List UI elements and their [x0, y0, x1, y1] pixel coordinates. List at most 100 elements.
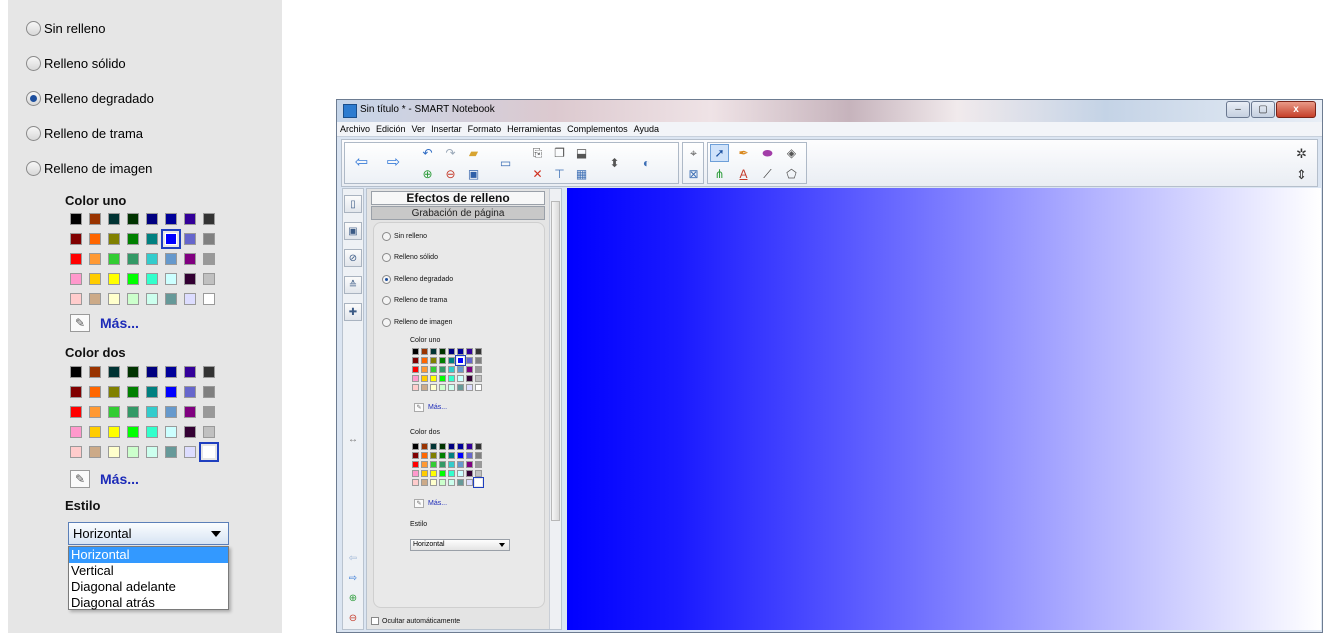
move-toolbar-icon[interactable]: ⇕	[1292, 165, 1311, 183]
color-swatch[interactable]	[475, 461, 482, 468]
color-swatch[interactable]	[448, 443, 455, 450]
page-icon[interactable]: ⬓	[572, 144, 591, 162]
color-swatch[interactable]	[448, 357, 455, 364]
color-swatch[interactable]	[108, 386, 120, 398]
color-swatch[interactable]	[466, 452, 473, 459]
more-colors-link[interactable]: Más...	[100, 315, 139, 331]
back-arrow-icon[interactable]: ⇦	[352, 154, 371, 172]
color-swatch[interactable]	[146, 293, 158, 305]
pen-icon[interactable]: ✒	[734, 144, 753, 162]
page-sorter-icon[interactable]: ▯	[344, 195, 362, 213]
eyedropper-icon[interactable]: ✎	[70, 314, 90, 332]
color-swatch[interactable]	[184, 446, 196, 458]
fill-option-gradient[interactable]: Relleno degradado	[382, 273, 453, 285]
color-swatch[interactable]	[412, 384, 419, 391]
color-swatch[interactable]	[439, 452, 446, 459]
color-swatch[interactable]	[89, 273, 101, 285]
color-swatch[interactable]	[475, 470, 482, 477]
color-swatch[interactable]	[127, 366, 139, 378]
color-swatch[interactable]	[184, 233, 196, 245]
color-swatch[interactable]	[421, 443, 428, 450]
color-swatch[interactable]	[421, 452, 428, 459]
add-page-icon[interactable]: ⊕	[418, 165, 437, 183]
color-swatch[interactable]	[457, 470, 464, 477]
color-swatch[interactable]	[165, 213, 177, 225]
color-swatch[interactable]	[108, 233, 120, 245]
creative-pen-icon[interactable]: ⋔	[710, 165, 729, 183]
color-swatch[interactable]	[89, 386, 101, 398]
color-swatch[interactable]	[466, 461, 473, 468]
title-bar[interactable]: Sin título * - SMART Notebook – ▢ x	[337, 100, 1322, 122]
radio-icon[interactable]	[26, 125, 41, 141]
color-swatch[interactable]	[89, 253, 101, 265]
menu-edicion[interactable]: Edición	[373, 124, 409, 134]
capture-icon[interactable]: ⌖	[684, 144, 703, 162]
eyedropper-icon[interactable]: ✎	[414, 402, 424, 412]
menu-archivo[interactable]: Archivo	[337, 124, 373, 134]
color-swatch[interactable]	[430, 479, 437, 486]
menu-ver[interactable]: Ver	[409, 124, 429, 134]
screen-icon[interactable]: ▭	[496, 154, 515, 172]
color-swatch[interactable]	[439, 479, 446, 486]
fill-option-pattern[interactable]: Relleno de trama	[382, 294, 447, 306]
color-swatch[interactable]	[475, 443, 482, 450]
color-swatch[interactable]	[165, 386, 177, 398]
close-small-icon[interactable]: ⊠	[684, 165, 703, 183]
forward-arrow-icon[interactable]: ⇨	[384, 154, 403, 172]
radio-selected-icon[interactable]	[382, 274, 391, 284]
undo-icon[interactable]: ↶	[418, 144, 437, 162]
color-swatch[interactable]	[430, 470, 437, 477]
color-swatch[interactable]	[421, 375, 428, 382]
color-swatch[interactable]	[430, 357, 437, 364]
insert-icon[interactable]: ⬍	[605, 154, 624, 172]
color-swatch[interactable]	[412, 479, 419, 486]
addons-icon[interactable]: ✚	[344, 303, 362, 321]
color-swatch[interactable]	[89, 366, 101, 378]
close-button[interactable]: x	[1276, 101, 1316, 118]
color-swatch[interactable]	[430, 452, 437, 459]
color-swatch[interactable]	[430, 384, 437, 391]
panel-title[interactable]: Efectos de relleno	[371, 191, 545, 205]
save-icon[interactable]: ▣	[464, 165, 483, 183]
style-option-horizontal[interactable]: Horizontal	[69, 547, 228, 563]
color-swatch[interactable]	[421, 357, 428, 364]
color-swatch[interactable]	[457, 384, 464, 391]
line-icon[interactable]: ⟋	[758, 165, 777, 183]
color-swatch[interactable]	[448, 375, 455, 382]
color-swatch[interactable]	[439, 366, 446, 373]
color-swatch[interactable]	[457, 479, 464, 486]
color-swatch[interactable]	[89, 293, 101, 305]
menu-ayuda[interactable]: Ayuda	[631, 124, 662, 134]
color-swatch[interactable]	[70, 213, 82, 225]
color-swatch[interactable]	[165, 273, 177, 285]
color-swatch[interactable]	[475, 375, 482, 382]
color-swatch[interactable]	[421, 366, 428, 373]
color-swatch[interactable]	[184, 273, 196, 285]
color-swatch[interactable]	[165, 366, 177, 378]
scrollbar-thumb[interactable]	[551, 201, 560, 521]
color-swatch[interactable]	[455, 355, 466, 366]
color-swatch[interactable]	[439, 461, 446, 468]
color-swatch[interactable]	[473, 477, 484, 488]
minimize-button[interactable]: –	[1226, 101, 1250, 118]
color-swatch[interactable]	[127, 446, 139, 458]
color-swatch[interactable]	[146, 253, 158, 265]
paste-icon[interactable]: ⎘	[528, 144, 547, 162]
color-one-more[interactable]: ✎ Más...	[70, 312, 139, 334]
color-swatch[interactable]	[165, 406, 177, 418]
color-swatch[interactable]	[184, 213, 196, 225]
color-swatch[interactable]	[184, 386, 196, 398]
more-colors-link[interactable]: Más...	[100, 471, 139, 487]
color-swatch[interactable]	[421, 479, 428, 486]
color-swatch[interactable]	[127, 426, 139, 438]
color-swatch[interactable]	[439, 470, 446, 477]
color-swatch[interactable]	[127, 253, 139, 265]
attachments-icon[interactable]: ⊘	[344, 249, 362, 267]
fill-option-pattern[interactable]: Relleno de trama	[26, 123, 143, 143]
color-swatch[interactable]	[184, 426, 196, 438]
color-swatch[interactable]	[146, 273, 158, 285]
color-swatch[interactable]	[448, 384, 455, 391]
color-swatch[interactable]	[203, 233, 215, 245]
radio-icon[interactable]	[26, 160, 41, 176]
magic-icon[interactable]: ◐	[637, 154, 656, 172]
